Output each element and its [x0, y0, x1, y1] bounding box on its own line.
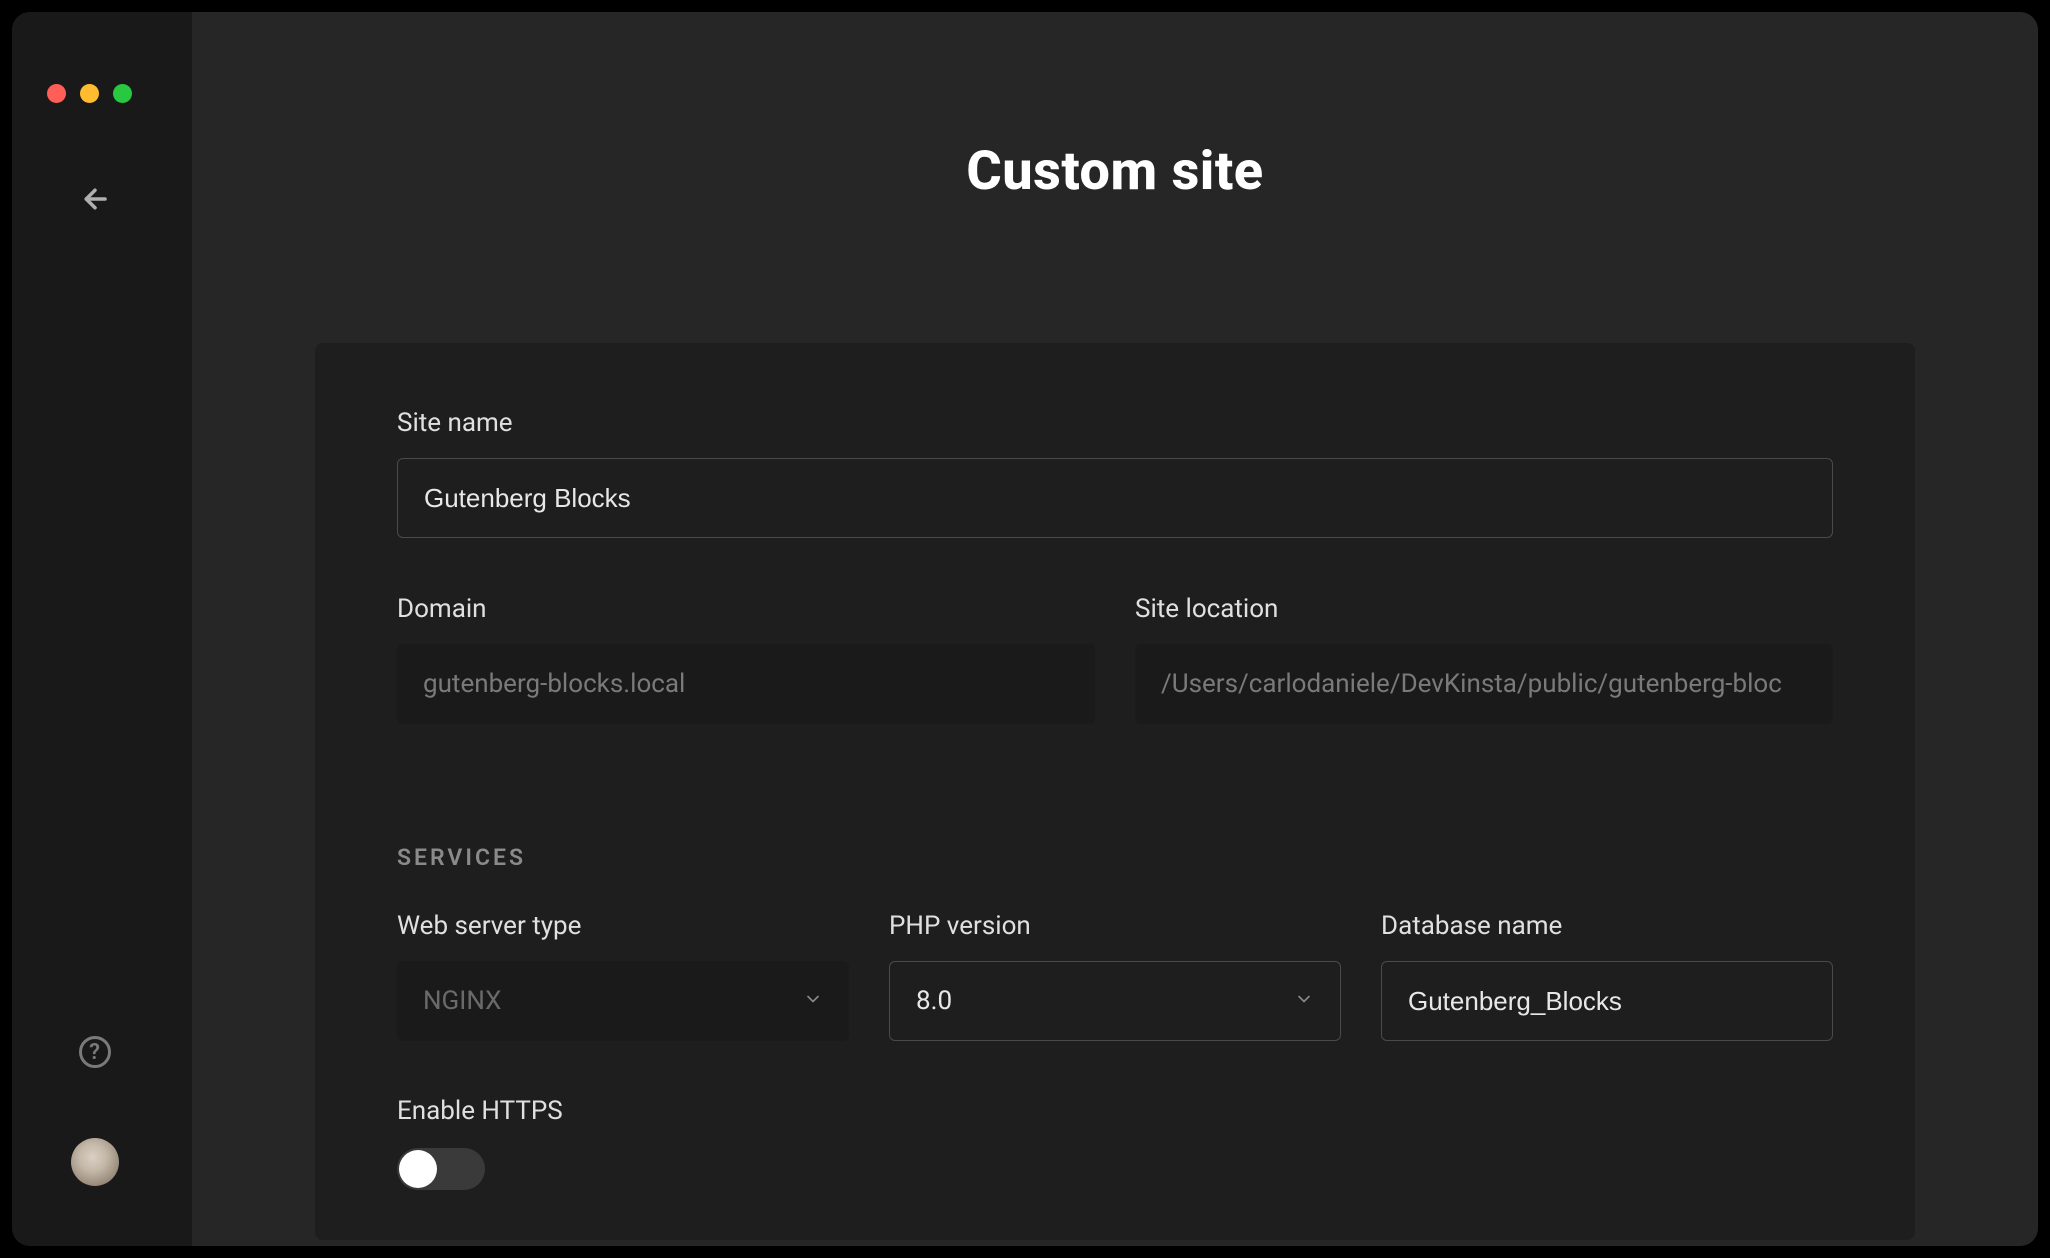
site-name-label: Site name: [397, 408, 1833, 438]
page-title: Custom site: [966, 140, 1263, 203]
avatar[interactable]: [71, 1138, 119, 1186]
app-window: ? Custom site Site name Domain gutenberg…: [12, 12, 2038, 1246]
window-close-button[interactable]: [47, 84, 66, 103]
sidebar-bottom: ?: [12, 1036, 192, 1186]
traffic-lights: [47, 84, 132, 103]
site-location-field: /Users/carlodaniele/DevKinsta/public/gut…: [1135, 644, 1833, 724]
chevron-down-icon: [1294, 986, 1314, 1016]
domain-field: gutenberg-blocks.local: [397, 644, 1095, 724]
web-server-value: NGINX: [423, 986, 501, 1016]
window-maximize-button[interactable]: [113, 84, 132, 103]
toggle-knob: [399, 1150, 437, 1188]
chevron-down-icon: [803, 986, 823, 1016]
help-button[interactable]: ?: [79, 1036, 111, 1068]
web-server-select[interactable]: NGINX: [397, 961, 849, 1041]
web-server-label: Web server type: [397, 911, 849, 941]
database-name-label: Database name: [1381, 911, 1833, 941]
main-content: Custom site Site name Domain gutenberg-b…: [192, 12, 2038, 1246]
enable-https-toggle[interactable]: [397, 1148, 485, 1190]
enable-https-label: Enable HTTPS: [397, 1096, 1833, 1126]
sidebar: ?: [12, 12, 192, 1246]
window-minimize-button[interactable]: [80, 84, 99, 103]
php-version-label: PHP version: [889, 911, 1341, 941]
services-section-label: SERVICES: [397, 844, 1833, 871]
arrow-left-icon: [80, 184, 110, 214]
database-name-input[interactable]: [1381, 961, 1833, 1041]
php-version-select[interactable]: 8.0: [889, 961, 1341, 1041]
question-mark-icon: ?: [89, 1040, 100, 1065]
domain-label: Domain: [397, 594, 1095, 624]
site-name-input[interactable]: [397, 458, 1833, 538]
back-button[interactable]: [80, 184, 192, 218]
site-location-label: Site location: [1135, 594, 1833, 624]
form-card: Site name Domain gutenberg-blocks.local …: [315, 343, 1915, 1240]
php-version-value: 8.0: [916, 986, 952, 1016]
